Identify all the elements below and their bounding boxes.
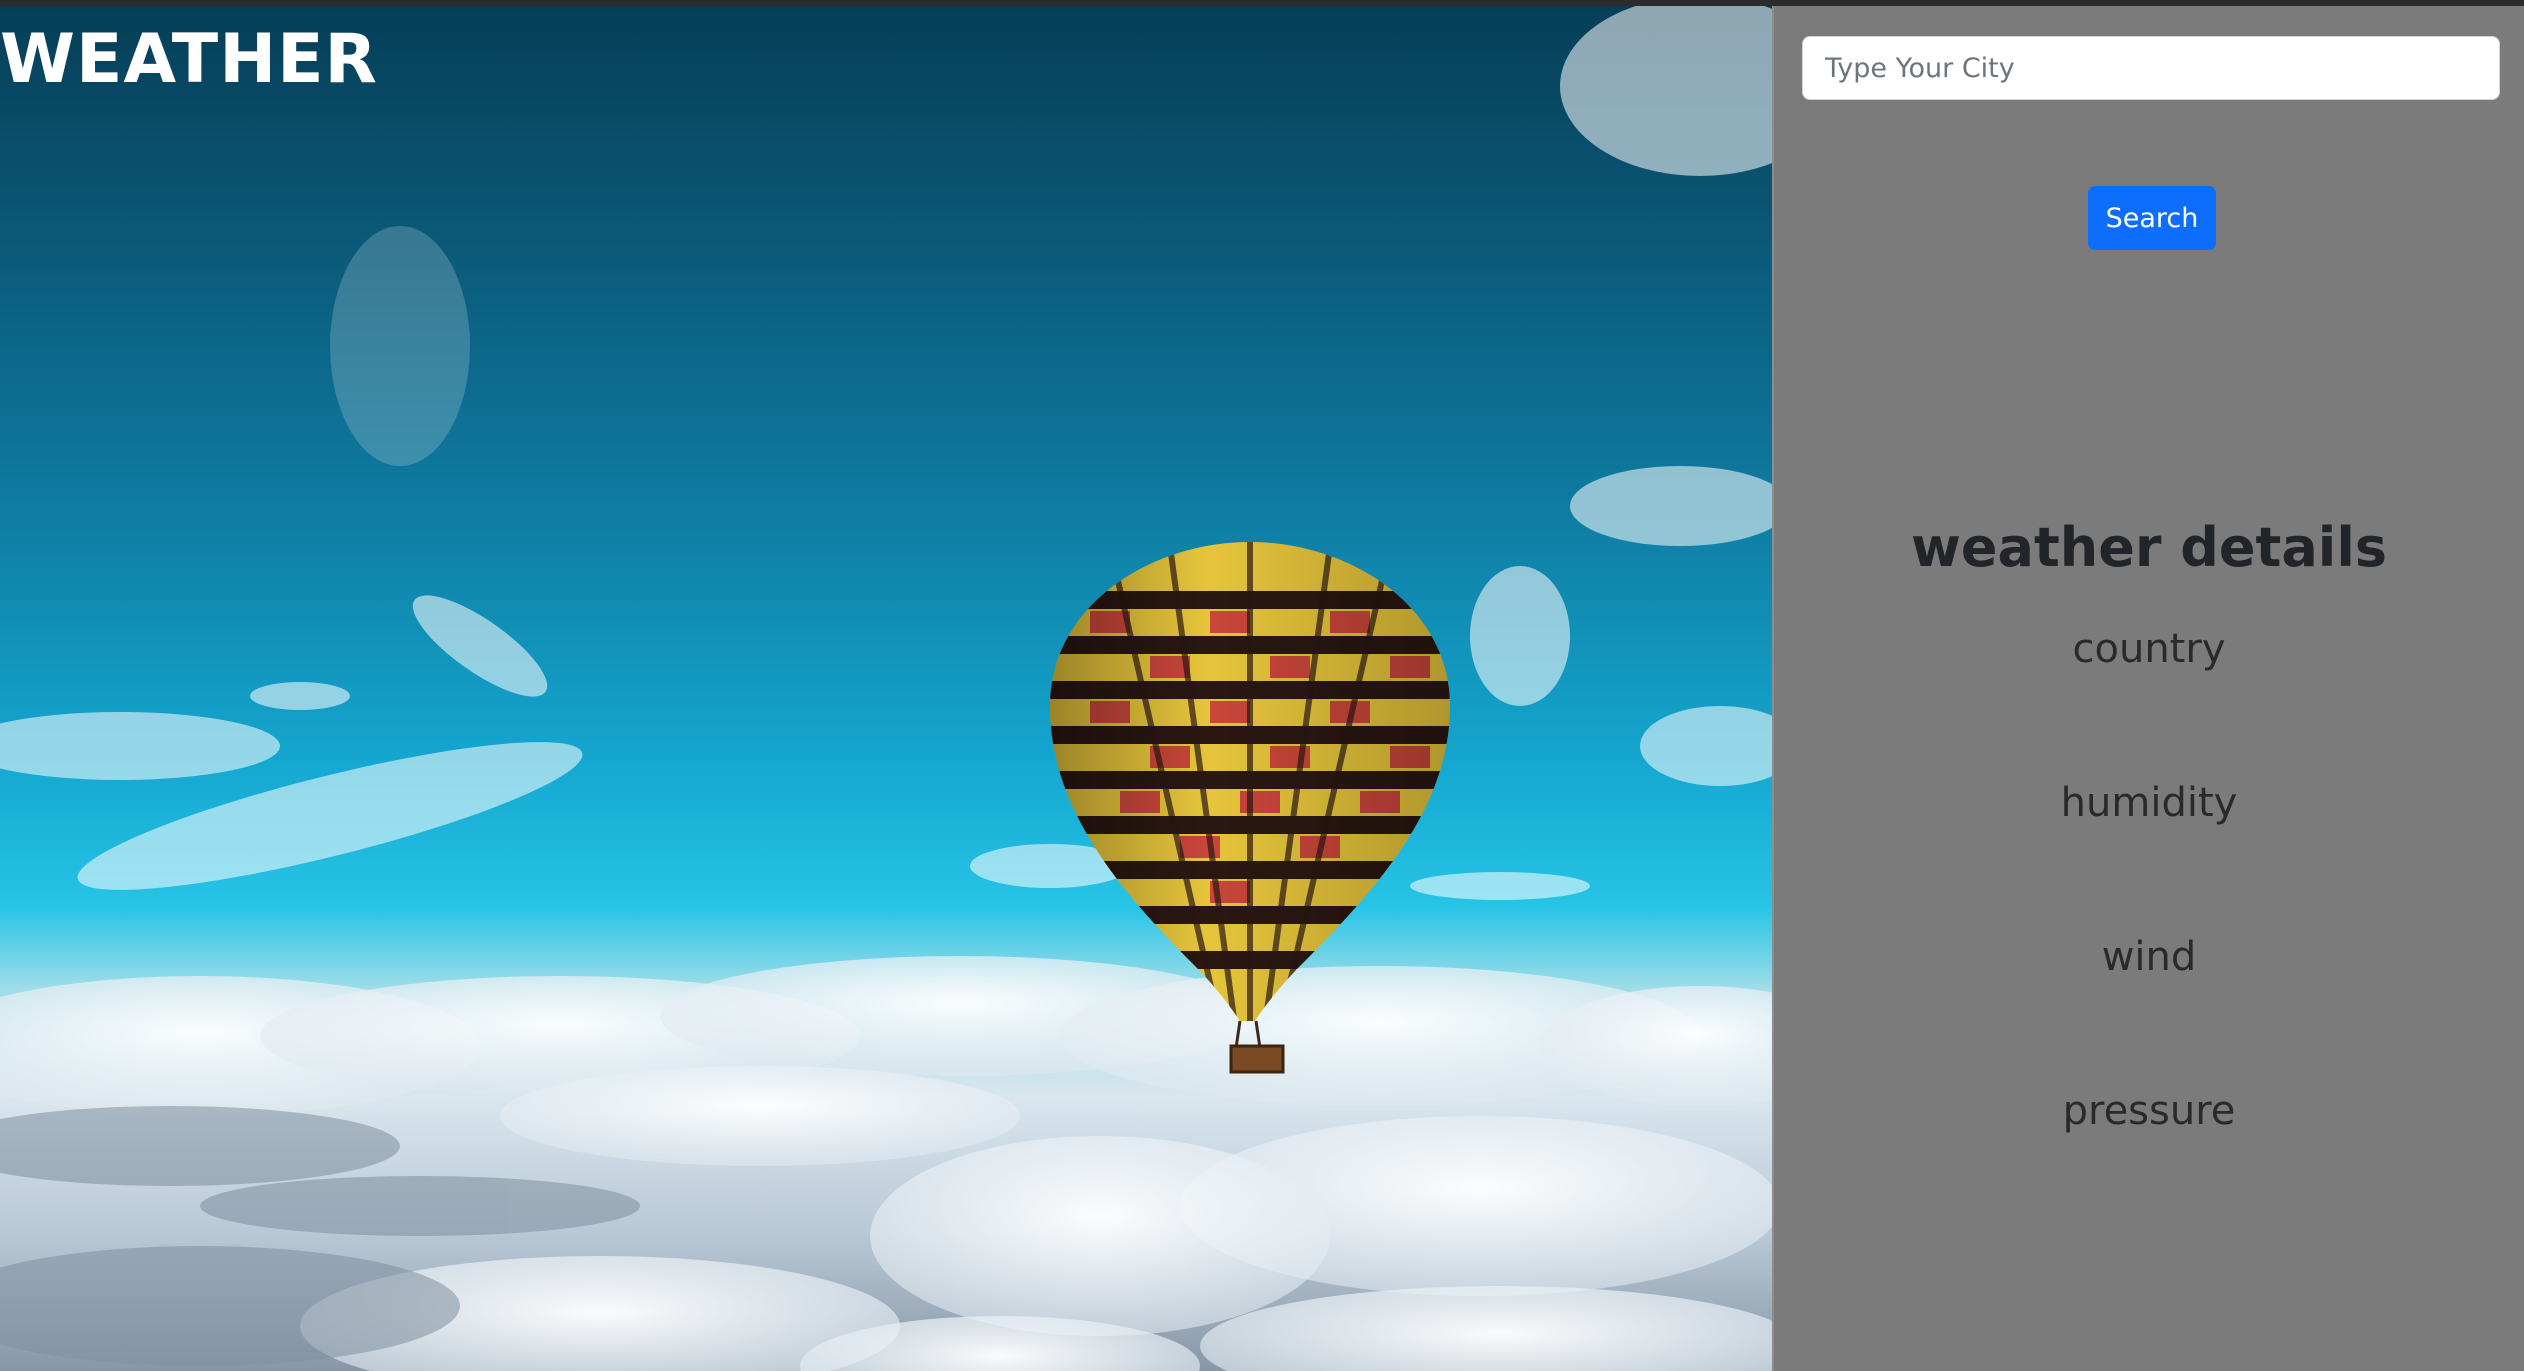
sky-balloon-image bbox=[0, 6, 1772, 1371]
background-photo: WEATHER bbox=[0, 6, 1772, 1371]
city-search-input[interactable] bbox=[1802, 36, 2500, 100]
detail-humidity: humidity bbox=[2060, 780, 2238, 826]
detail-pressure: pressure bbox=[2062, 1088, 2236, 1134]
search-button[interactable]: Search bbox=[2088, 186, 2216, 250]
weather-details-heading: weather details bbox=[1911, 516, 2387, 579]
weather-panel: Search weather details country humidity … bbox=[1772, 6, 2524, 1371]
detail-wind: wind bbox=[2101, 934, 2197, 980]
app-title: WEATHER bbox=[0, 20, 378, 99]
weather-app: WEATHER Search weather details country h… bbox=[0, 0, 2524, 1371]
window-top-border bbox=[0, 0, 2524, 6]
detail-country: country bbox=[2072, 626, 2226, 672]
